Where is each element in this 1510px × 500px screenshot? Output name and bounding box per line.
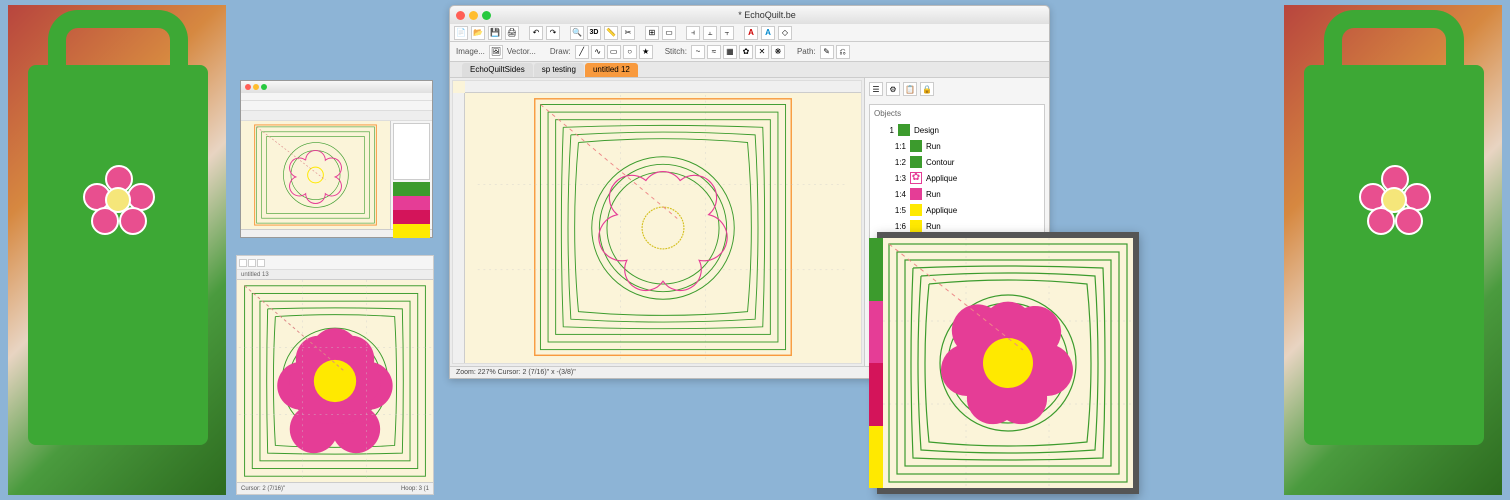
tab-echoquiltsides[interactable]: EchoQuiltSides bbox=[462, 63, 533, 77]
toolbar-secondary: Image... 🖼 Vector... Draw: ╱ ∿ ▭ ○ ★ Sti… bbox=[450, 42, 1049, 62]
object-id: 1:4 bbox=[886, 190, 906, 199]
align-right-icon[interactable]: ⫟ bbox=[720, 26, 734, 40]
toolbar-primary: 📄 📂 💾 🖨 ↶ ↷ 🔍 3D 📏 ✂ ⊞ ▭ ⫞ ⫠ ⫟ A A ◇ bbox=[450, 24, 1049, 42]
object-swatch bbox=[910, 140, 922, 152]
object-row[interactable]: 1:4 Run bbox=[874, 186, 1040, 202]
tab-untitled12[interactable]: untitled 12 bbox=[585, 63, 638, 77]
object-name: Run bbox=[926, 190, 1040, 199]
new-file-icon[interactable]: 📄 bbox=[454, 26, 468, 40]
copy-icon[interactable]: 📋 bbox=[903, 82, 917, 96]
hoop-icon[interactable]: ▭ bbox=[662, 26, 676, 40]
fill-icon[interactable]: ▦ bbox=[723, 45, 737, 59]
object-row[interactable]: 1:2 Contour bbox=[874, 154, 1040, 170]
mini-screenshot-outline bbox=[240, 80, 433, 238]
object-swatch bbox=[910, 204, 922, 216]
design-canvas[interactable] bbox=[452, 80, 862, 364]
rect-icon[interactable]: ▭ bbox=[607, 45, 621, 59]
document-tabbar: EchoQuiltSides sp testing untitled 12 bbox=[450, 62, 1049, 78]
product-photo-right bbox=[1284, 5, 1502, 495]
vector-button[interactable]: Vector... bbox=[505, 47, 538, 56]
ruler-horizontal bbox=[465, 81, 861, 93]
object-id: 1 bbox=[874, 126, 894, 135]
object-name: Run bbox=[926, 222, 1040, 231]
satin-icon[interactable]: ≈ bbox=[707, 45, 721, 59]
image-tool-icon[interactable]: 🖼 bbox=[489, 45, 503, 59]
ruler-vertical bbox=[453, 93, 465, 363]
grid-icon[interactable]: ⊞ bbox=[645, 26, 659, 40]
align-left-icon[interactable]: ⫞ bbox=[686, 26, 700, 40]
objects-title: Objects bbox=[874, 109, 1040, 118]
object-id: 1:5 bbox=[886, 206, 906, 215]
object-swatch bbox=[910, 188, 922, 200]
star-icon[interactable]: ★ bbox=[639, 45, 653, 59]
line-icon[interactable]: ╱ bbox=[575, 45, 589, 59]
bag-straps bbox=[48, 10, 188, 100]
object-row[interactable]: 1 Design bbox=[874, 122, 1040, 138]
align-center-icon[interactable]: ⫠ bbox=[703, 26, 717, 40]
lock-icon[interactable]: 🔒 bbox=[920, 82, 934, 96]
frame-icon[interactable]: ◇ bbox=[778, 26, 792, 40]
object-id: 1:6 bbox=[886, 222, 906, 231]
path-break-icon[interactable]: ⎌ bbox=[836, 45, 850, 59]
object-name: Applique bbox=[926, 174, 1040, 183]
flower-applique bbox=[83, 165, 153, 235]
object-row[interactable]: 1:1 Run bbox=[874, 138, 1040, 154]
cross-icon[interactable]: ✕ bbox=[755, 45, 769, 59]
applique-icon[interactable]: ✿ bbox=[739, 45, 753, 59]
mini-status-left: Cursor: 2 (7/16)" bbox=[241, 483, 285, 494]
titlebar: * EchoQuilt.be bbox=[450, 6, 1049, 24]
open-icon[interactable]: 📂 bbox=[471, 26, 485, 40]
close-icon[interactable] bbox=[456, 11, 465, 20]
stitch-label: Stitch: bbox=[663, 47, 689, 56]
draw-label: Draw: bbox=[548, 47, 573, 56]
run-stitch-icon[interactable]: ~ bbox=[691, 45, 705, 59]
object-name: Applique bbox=[926, 206, 1040, 215]
mini-screenshot-filled: untitled 13 bbox=[236, 255, 434, 495]
ellipse-icon[interactable]: ○ bbox=[623, 45, 637, 59]
bag-body bbox=[28, 65, 208, 445]
object-name: Design bbox=[914, 126, 1040, 135]
object-swatch bbox=[910, 220, 922, 232]
scissors-icon[interactable]: ✂ bbox=[621, 26, 635, 40]
tab-sptesting[interactable]: sp testing bbox=[534, 63, 584, 77]
measure-icon[interactable]: 📏 bbox=[604, 26, 618, 40]
object-id: 1:2 bbox=[886, 158, 906, 167]
zoom-tool-icon[interactable]: 🔍 bbox=[570, 26, 584, 40]
image-button[interactable]: Image... bbox=[454, 47, 487, 56]
path-label: Path: bbox=[795, 47, 818, 56]
object-swatch bbox=[898, 124, 910, 136]
zoom-icon[interactable] bbox=[482, 11, 491, 20]
text-icon[interactable]: A bbox=[744, 26, 758, 40]
object-row[interactable]: 1:5 Applique bbox=[874, 202, 1040, 218]
object-swatch: ✿ bbox=[910, 172, 922, 184]
preview-render bbox=[877, 232, 1139, 494]
print-icon[interactable]: 🖨 bbox=[505, 26, 519, 40]
properties-icon[interactable]: ⚙ bbox=[886, 82, 900, 96]
mini-status-right: Hoop: 3 (1 bbox=[401, 483, 429, 494]
product-photo-left bbox=[8, 5, 226, 495]
undo-icon[interactable]: ↶ bbox=[529, 26, 543, 40]
save-icon[interactable]: 💾 bbox=[488, 26, 502, 40]
object-row[interactable]: 1:3 ✿ Applique bbox=[874, 170, 1040, 186]
object-id: 1:3 bbox=[886, 174, 906, 183]
monogram-icon[interactable]: A bbox=[761, 26, 775, 40]
curve-icon[interactable]: ∿ bbox=[591, 45, 605, 59]
3d-icon[interactable]: 3D bbox=[587, 26, 601, 40]
object-name: Run bbox=[926, 142, 1040, 151]
motif-icon[interactable]: ❋ bbox=[771, 45, 785, 59]
bag-body bbox=[1304, 65, 1484, 445]
path-edit-icon[interactable]: ✎ bbox=[820, 45, 834, 59]
object-name: Contour bbox=[926, 158, 1040, 167]
objects-icon[interactable]: ☰ bbox=[869, 82, 883, 96]
object-swatch bbox=[910, 156, 922, 168]
status-zoom-cursor: Zoom: 227% Cursor: 2 (7/16)" x -(3/8)" bbox=[456, 369, 576, 376]
bag-straps bbox=[1324, 10, 1464, 100]
object-id: 1:1 bbox=[886, 142, 906, 151]
flower-applique bbox=[1359, 165, 1429, 235]
redo-icon[interactable]: ↷ bbox=[546, 26, 560, 40]
window-title: * EchoQuilt.be bbox=[491, 10, 1043, 20]
minimize-icon[interactable] bbox=[469, 11, 478, 20]
